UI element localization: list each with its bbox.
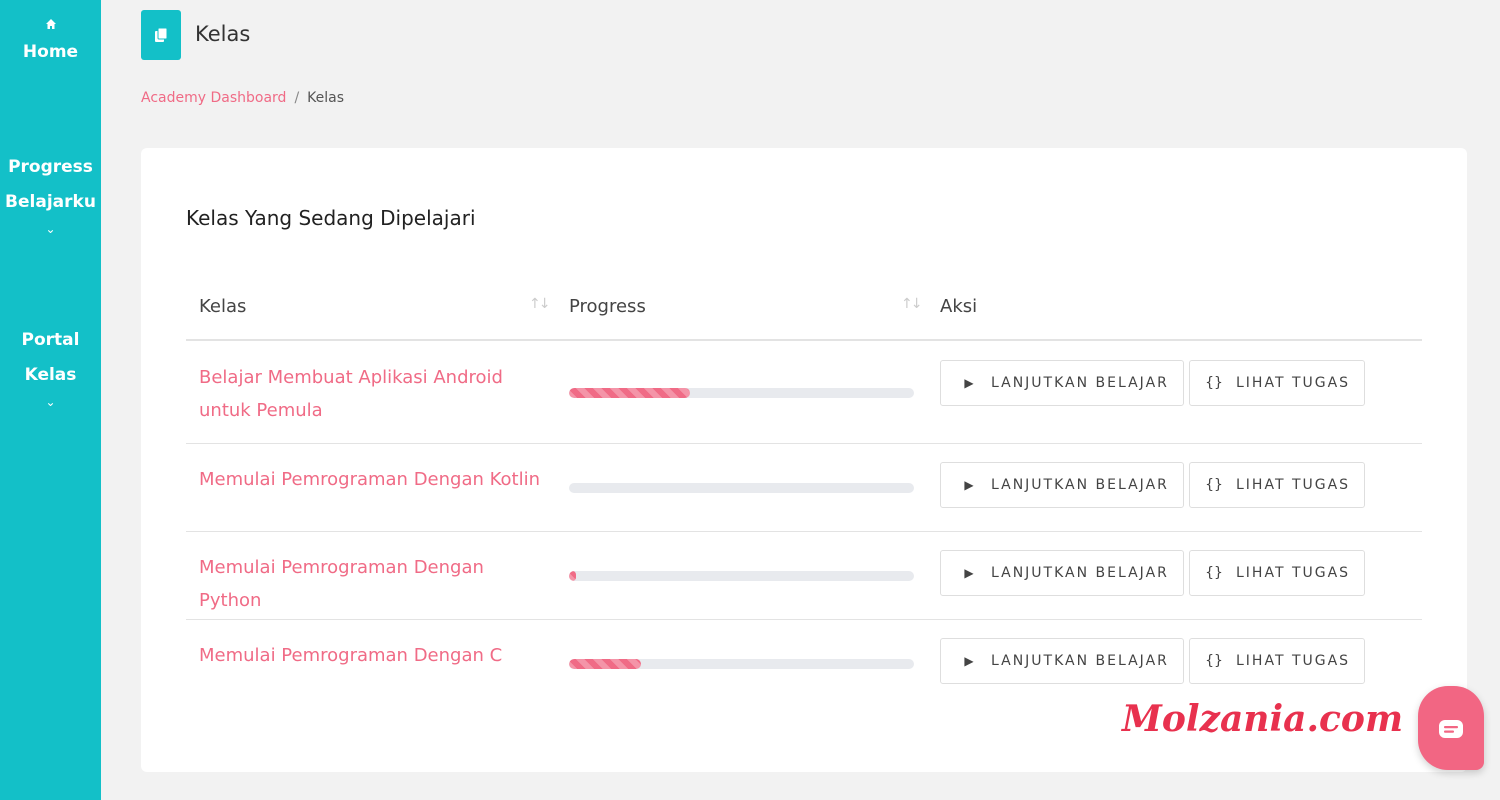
button-label: LIHAT TUGAS	[1236, 653, 1351, 669]
watermark: Molzania.com	[1122, 698, 1404, 740]
sidebar-item-label-line1: Portal	[21, 330, 80, 350]
button-label: LIHAT TUGAS	[1236, 477, 1351, 493]
sidebar-item-label-line2: Kelas	[24, 365, 77, 385]
row-divider	[186, 443, 1422, 444]
chat-button[interactable]	[1418, 686, 1484, 770]
braces-icon: {}	[1205, 565, 1223, 581]
continue-learning-button[interactable]: ▶ LANJUTKAN BELAJAR	[940, 360, 1184, 406]
braces-icon: {}	[1205, 477, 1223, 493]
progress-fill	[569, 571, 576, 581]
sidebar-item-progress-belajarku[interactable]: Progress Belajarku ⌄	[0, 150, 101, 238]
home-icon	[0, 18, 101, 35]
play-icon: ▶	[964, 376, 974, 390]
view-tasks-button[interactable]: {} LIHAT TUGAS	[1189, 360, 1365, 406]
course-link[interactable]: Memulai Pemrograman Dengan C	[199, 639, 544, 672]
button-label: LANJUTKAN BELAJAR	[991, 375, 1169, 391]
view-tasks-button[interactable]: {} LIHAT TUGAS	[1189, 638, 1365, 684]
progress-fill	[569, 388, 690, 398]
breadcrumb: Academy Dashboard / Kelas	[141, 90, 344, 106]
sidebar: Home Progress Belajarku ⌄ Portal Kelas ⌄	[0, 0, 101, 800]
sidebar-item-label-line2: Belajarku	[5, 192, 96, 212]
play-icon: ▶	[964, 654, 974, 668]
progress-bar	[569, 483, 914, 493]
progress-bar	[569, 388, 914, 398]
sidebar-item-label: Home	[22, 42, 79, 62]
button-label: LIHAT TUGAS	[1236, 565, 1351, 581]
breadcrumb-separator: /	[294, 90, 300, 106]
breadcrumb-link-dashboard[interactable]: Academy Dashboard	[141, 90, 286, 106]
button-label: LIHAT TUGAS	[1236, 375, 1351, 391]
sidebar-item-label-line1: Progress	[8, 157, 93, 177]
course-link[interactable]: Belajar Membuat Aplikasi Android untuk P…	[199, 361, 544, 427]
play-icon: ▶	[964, 566, 974, 580]
page-title: Kelas	[195, 22, 251, 46]
chevron-down-icon: ⌄	[45, 395, 56, 409]
main-content: Kelas Academy Dashboard / Kelas Kelas Yang…	[101, 0, 1500, 800]
column-header-kelas[interactable]: Kelas	[199, 296, 246, 317]
card-title: Kelas Yang Sedang Dipelajari	[186, 206, 476, 230]
sidebar-item-portal-kelas[interactable]: Portal Kelas ⌄	[0, 323, 101, 411]
view-tasks-button[interactable]: {} LIHAT TUGAS	[1189, 462, 1365, 508]
button-label: LANJUTKAN BELAJAR	[991, 565, 1169, 581]
column-header-progress[interactable]: Progress	[569, 296, 646, 317]
sidebar-item-home[interactable]: Home	[0, 18, 101, 70]
course-link[interactable]: Memulai Pemrograman Dengan Kotlin	[199, 463, 544, 496]
continue-learning-button[interactable]: ▶ LANJUTKAN BELAJAR	[940, 550, 1184, 596]
continue-learning-button[interactable]: ▶ LANJUTKAN BELAJAR	[940, 638, 1184, 684]
button-label: LANJUTKAN BELAJAR	[991, 653, 1169, 669]
play-icon: ▶	[964, 478, 974, 492]
chat-icon	[1439, 720, 1463, 738]
breadcrumb-current: Kelas	[307, 90, 345, 106]
progress-bar	[569, 659, 914, 669]
view-tasks-button[interactable]: {} LIHAT TUGAS	[1189, 550, 1365, 596]
chevron-down-icon: ⌄	[45, 222, 56, 236]
classes-card: Kelas Yang Sedang Dipelajari Kelas ↑↓ Pr…	[141, 148, 1467, 772]
table-header-divider	[186, 339, 1422, 341]
progress-bar	[569, 571, 914, 581]
continue-learning-button[interactable]: ▶ LANJUTKAN BELAJAR	[940, 462, 1184, 508]
row-divider	[186, 619, 1422, 620]
book-icon	[141, 10, 181, 60]
braces-icon: {}	[1205, 653, 1223, 669]
braces-icon: {}	[1205, 375, 1223, 391]
sort-icon[interactable]: ↑↓	[901, 296, 923, 312]
button-label: LANJUTKAN BELAJAR	[991, 477, 1169, 493]
row-divider	[186, 531, 1422, 532]
course-link[interactable]: Memulai Pemrograman Dengan Python	[199, 551, 544, 617]
column-header-aksi: Aksi	[940, 296, 978, 317]
progress-fill	[569, 659, 642, 669]
sort-icon[interactable]: ↑↓	[529, 296, 551, 312]
